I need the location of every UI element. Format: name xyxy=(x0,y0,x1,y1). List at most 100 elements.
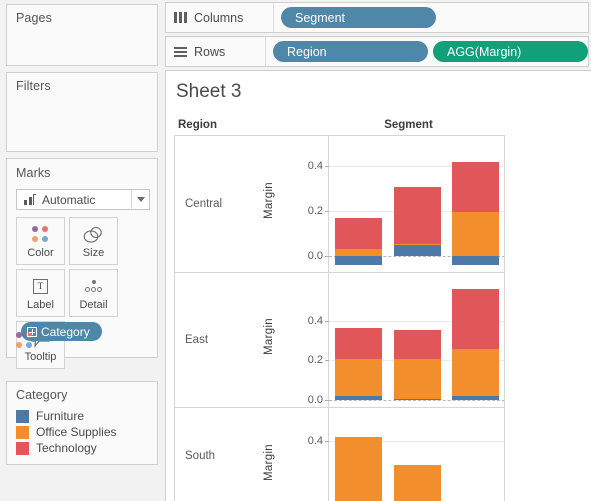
page-title: Sheet 3 xyxy=(176,81,242,102)
column-field-header: Segment xyxy=(384,119,433,131)
columns-shelf-label: Columns xyxy=(194,10,244,25)
category-legend-card: Category Furniture Office Supplies Techn… xyxy=(6,381,158,465)
marks-card: Marks Automatic Color Size T Label Detai… xyxy=(6,158,158,369)
y-axis-tick xyxy=(325,210,329,212)
plot-area[interactable]: 0.0 0.2 0.4 xyxy=(308,136,504,272)
row-header-south[interactable]: South xyxy=(185,450,215,462)
legend-label-furniture: Furniture xyxy=(36,409,85,423)
chart-panel-central[interactable]: Central Margin 0.0 0.2 0.4 xyxy=(175,136,504,273)
tableau-worksheet-window: Pages Filters Marks Automatic Color Size… xyxy=(0,0,591,501)
rows-shelf-label: Rows xyxy=(194,44,226,59)
rows-icon xyxy=(174,46,187,57)
bar-segment[interactable] xyxy=(334,436,382,501)
legend-label-office-supplies: Office Supplies xyxy=(36,425,117,439)
y-axis-title: Margin xyxy=(263,182,275,219)
chart-panel-east[interactable]: East Margin 0.0 0.2 0.4 xyxy=(175,273,504,408)
y-axis-tick-label: 0.4 xyxy=(307,160,323,173)
bar-segment[interactable] xyxy=(452,348,500,396)
mark-type-label: Automatic xyxy=(42,192,96,207)
pill-segment[interactable]: Segment xyxy=(281,7,436,28)
y-axis-tick-label: 0.4 xyxy=(307,434,323,447)
bar-segment[interactable] xyxy=(452,211,500,256)
marks-pill-category[interactable]: Category xyxy=(21,322,102,341)
bar-chart-icon xyxy=(24,194,36,205)
legend-swatch-technology xyxy=(16,441,29,455)
expand-plus-icon[interactable] xyxy=(27,326,37,337)
filters-card[interactable]: Filters xyxy=(6,72,158,152)
left-panel: Pages Filters Marks Automatic Color Size… xyxy=(0,0,160,501)
plot-area[interactable]: 0.0 0.2 0.4 xyxy=(308,273,504,407)
pill-agg-margin[interactable]: AGG(Margin) xyxy=(433,41,588,62)
bar-segment[interactable] xyxy=(334,358,382,397)
bar-segment[interactable] xyxy=(393,243,441,245)
mark-type-dropdown[interactable]: Automatic xyxy=(16,189,150,210)
size-button-label: Size xyxy=(82,247,105,259)
bar-segment[interactable] xyxy=(452,289,500,349)
bar-segment[interactable] xyxy=(393,398,441,401)
columns-shelf-label-box: Columns xyxy=(166,3,274,32)
plot-area[interactable]: 0.4 xyxy=(308,408,504,501)
rows-shelf-label-box: Rows xyxy=(166,37,266,66)
y-axis-tick xyxy=(325,360,329,362)
bar-segment[interactable] xyxy=(393,244,441,256)
y-axis-tick xyxy=(325,166,329,168)
columns-shelf-pills: Segment xyxy=(274,7,436,28)
pill-region[interactable]: Region xyxy=(273,41,428,62)
legend-label-technology: Technology xyxy=(36,441,97,455)
color-button[interactable]: Color xyxy=(16,217,65,265)
pages-card[interactable]: Pages xyxy=(6,4,158,66)
filters-card-title: Filters xyxy=(16,79,51,93)
y-axis-title: Margin xyxy=(263,318,275,355)
bar-segment[interactable] xyxy=(452,395,500,401)
bar-segment[interactable] xyxy=(334,255,382,265)
label-text-icon: T xyxy=(33,275,48,298)
marks-pill-category-label: Category xyxy=(41,324,90,339)
y-axis-tick-label: 0.4 xyxy=(307,314,323,327)
worksheet-view[interactable]: Sheet 3 Region Segment Central Margin 0.0 0… xyxy=(165,70,591,501)
bar-segment[interactable] xyxy=(334,328,382,359)
legend-items: Furniture Office Supplies Technology xyxy=(16,408,117,456)
rows-shelf-pills: Region AGG(Margin) xyxy=(266,41,588,62)
bar-segment[interactable] xyxy=(334,396,382,401)
bar-segment[interactable] xyxy=(393,187,441,244)
chart-panels: Central Margin 0.0 0.2 0.4 East Margin 0.0 0.2 0.… xyxy=(174,135,505,501)
tooltip-button-label: Tooltip xyxy=(24,351,57,363)
marks-color-encoding-row: Category xyxy=(16,322,102,348)
chevron-down-icon[interactable] xyxy=(131,190,149,209)
bar-segment[interactable] xyxy=(452,255,500,266)
y-axis-tick xyxy=(325,255,329,257)
row-header-east[interactable]: East xyxy=(185,334,208,346)
detail-button-label: Detail xyxy=(79,299,108,311)
marks-card-title: Marks xyxy=(16,166,51,180)
bar-segment[interactable] xyxy=(452,162,500,212)
bar-segment[interactable] xyxy=(393,358,441,399)
rows-shelf[interactable]: Rows Region AGG(Margin) xyxy=(165,36,589,67)
detail-button[interactable]: Detail xyxy=(69,269,118,317)
row-header-central[interactable]: Central xyxy=(185,198,222,210)
columns-shelf[interactable]: Columns Segment xyxy=(165,2,589,33)
label-button-label: Label xyxy=(27,299,54,311)
legend-item-furniture[interactable]: Furniture xyxy=(16,408,117,424)
label-button[interactable]: T Label xyxy=(16,269,65,317)
bar-segment[interactable] xyxy=(334,249,382,256)
legend-title: Category xyxy=(16,388,68,402)
y-axis-tick xyxy=(325,320,329,322)
color-button-label: Color xyxy=(27,247,54,259)
legend-swatch-office-supplies xyxy=(16,425,29,439)
chart-panel-south[interactable]: South Margin 0.4 xyxy=(175,408,504,501)
y-axis-tick-label: 0.2 xyxy=(307,354,323,367)
legend-item-technology[interactable]: Technology xyxy=(16,440,117,456)
size-button[interactable]: Size xyxy=(69,217,118,265)
marks-encoding-buttons: Color Size T Label Detail Tooltip xyxy=(16,217,156,369)
bar-segment[interactable] xyxy=(393,329,441,359)
detail-dots-icon xyxy=(84,275,103,298)
y-axis-tick-label: 0.0 xyxy=(307,249,323,262)
legend-item-office-supplies[interactable]: Office Supplies xyxy=(16,424,117,440)
row-field-header: Region xyxy=(178,119,217,131)
y-axis-tick-label: 0.0 xyxy=(307,394,323,407)
y-axis-tick xyxy=(325,400,329,402)
pages-card-title: Pages xyxy=(16,11,52,25)
bar-segment[interactable] xyxy=(334,218,382,250)
color-palette-icon xyxy=(32,223,49,246)
bar-segment[interactable] xyxy=(393,465,441,501)
